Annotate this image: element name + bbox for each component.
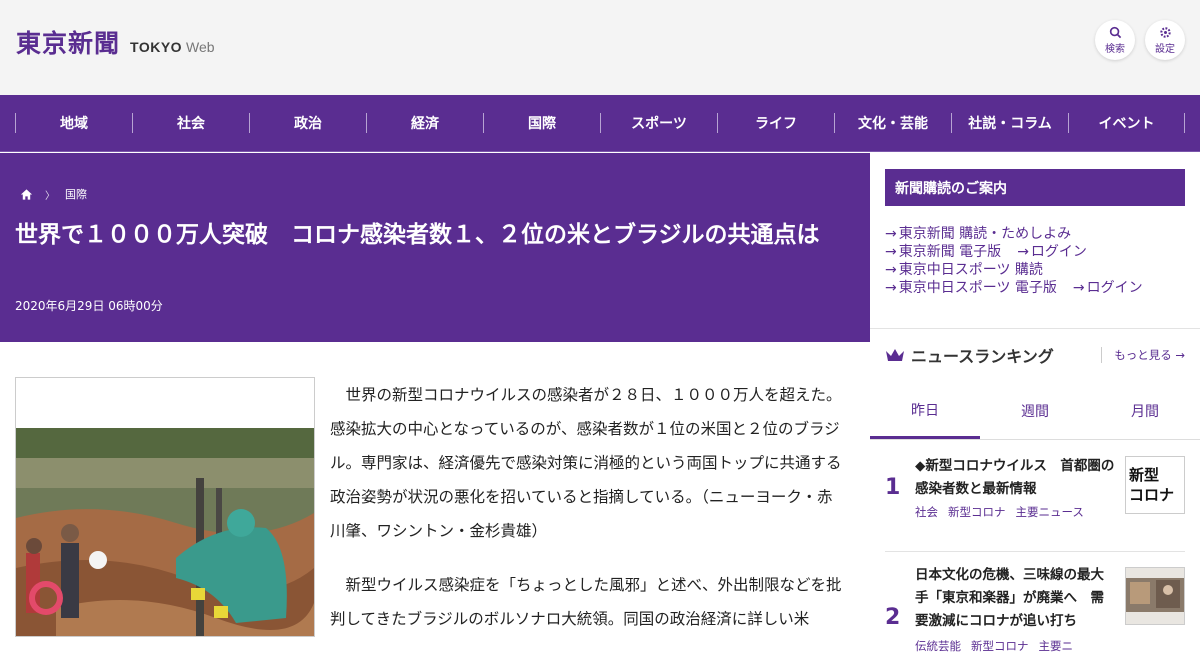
ranking-tabs: 昨日 週間 月間 [870, 383, 1200, 440]
logo-kanji: 東京新聞 [16, 29, 121, 58]
nav-item-international[interactable]: 国際 [483, 113, 600, 133]
search-label: 検索 [1105, 43, 1125, 55]
site-logo[interactable]: 東京新聞 TOKYO Web [16, 24, 215, 60]
ranking-item-title[interactable]: ◆新型コロナウイルス 首都圏の感染者数と最新情報 [915, 455, 1115, 501]
article-paragraph: 新型ウイルス感染症を「ちょっとした風邪」と述べ、外出制限などを批判してきたブラジ… [330, 576, 842, 628]
gear-icon [1159, 26, 1171, 38]
ranking-item: 1 ◆新型コロナウイルス 首都圏の感染者数と最新情報 社会 新型コロナ 主要ニュース… [885, 453, 1185, 548]
site-header: 東京新聞 TOKYO Web 検索 設定 [0, 0, 1200, 95]
ranking-item: 2 日本文化の危機、三味線の最大手「東京和楽器」が廃業へ 需要激減にコロナが追い… [885, 551, 1185, 653]
ranking-number: 1 [885, 475, 901, 500]
crown-icon [886, 349, 904, 361]
ranking-number: 2 [885, 605, 901, 630]
article-title: 世界で１０００万人突破 コロナ感染者数１、２位の米とブラジルの共通点は [15, 222, 820, 248]
settings-button[interactable]: 設定 [1145, 20, 1185, 60]
search-button[interactable]: 検索 [1095, 20, 1135, 60]
ranking-thumbnail[interactable] [1125, 567, 1185, 625]
tag-link[interactable]: 新型コロナ [948, 505, 1006, 519]
chunichi-sports-login-link[interactable]: → ログイン [1073, 279, 1143, 297]
home-icon[interactable] [20, 188, 33, 201]
nav-item-economy[interactable]: 経済 [366, 113, 483, 133]
nav-item-region[interactable]: 地域 [15, 113, 132, 133]
nav-item-culture[interactable]: 文化・芸能 [834, 113, 951, 133]
tab-week[interactable]: 週間 [980, 383, 1090, 439]
logo-tokyo: TOKYO [130, 39, 183, 55]
ranking-item-tags: 社会 新型コロナ 主要ニュース [915, 504, 1094, 520]
article-date: 2020年6月29日 06時00分 [15, 299, 163, 313]
arrow-right-icon: → [885, 280, 897, 296]
tag-link[interactable]: 伝統芸能 [915, 639, 961, 653]
nav-item-politics[interactable]: 政治 [249, 113, 366, 133]
nav-item-society[interactable]: 社会 [132, 113, 249, 133]
breadcrumb-section[interactable]: 国際 [65, 186, 87, 202]
ranking-item-tags: 伝統芸能 新型コロナ 主要ニ [915, 638, 1083, 654]
arrow-right-icon: → [885, 226, 897, 242]
article-header: 〉 国際 世界で１０００万人突破 コロナ感染者数１、２位の米とブラジルの共通点は… [0, 153, 870, 342]
sidebar: 新聞購読のご案内 → 東京新聞 購読・ためしよみ → 東京新聞 電子版 → ログイン … [870, 153, 1200, 653]
settings-label: 設定 [1155, 43, 1175, 55]
ranking-item-title[interactable]: 日本文化の危機、三味線の最大手「東京和楽器」が廃業へ 需要激減にコロナが追い打ち [915, 564, 1115, 633]
ranking-more-link[interactable]: もっと見る → [1101, 347, 1185, 363]
global-nav: 地域 社会 政治 経済 国際 スポーツ ライフ 文化・芸能 社説・コラム イベン… [0, 95, 1200, 152]
subscribe-tokyo-link[interactable]: → 東京新聞 購読・ためしよみ [885, 225, 1071, 243]
nav-item-sports[interactable]: スポーツ [600, 113, 717, 133]
tag-link[interactable]: 社会 [915, 505, 938, 519]
arrow-right-icon: → [1017, 244, 1029, 260]
arrow-right-icon: → [885, 244, 897, 260]
thumbnail-text: 新型 コロナ [1129, 466, 1175, 504]
logo-web: Web [186, 39, 215, 55]
chunichi-sports-digital-link[interactable]: → 東京中日スポーツ 電子版 [885, 279, 1057, 297]
ranking-header: ニュースランキング もっと見る → [885, 343, 1185, 367]
tab-yesterday[interactable]: 昨日 [870, 383, 980, 439]
thumbnail-photo [1126, 568, 1184, 624]
ranking-title: ニュースランキング [911, 347, 1054, 366]
arrow-right-icon: → [1072, 280, 1085, 296]
tab-month[interactable]: 月間 [1090, 383, 1200, 439]
breadcrumb: 〉 国際 [20, 186, 87, 202]
arrow-right-icon: → [1175, 348, 1185, 362]
ranking-thumbnail[interactable]: 新型 コロナ [1125, 456, 1185, 514]
nav-item-life[interactable]: ライフ [717, 113, 834, 133]
subscribe-chunichi-sports-link[interactable]: → 東京中日スポーツ 購読 [885, 261, 1043, 279]
nav-item-events[interactable]: イベント [1068, 113, 1185, 133]
tag-link[interactable]: 主要ニュース [1016, 505, 1084, 519]
tag-link[interactable]: 主要ニ [1039, 639, 1074, 653]
tokyo-digital-login-link[interactable]: → ログイン [1017, 243, 1087, 261]
search-icon [1109, 26, 1121, 38]
tokyo-digital-link[interactable]: → 東京新聞 電子版 [885, 243, 1001, 261]
article-photo-frame [15, 377, 315, 637]
article-paragraph: 世界の新型コロナウイルスの感染者が２８日、１０００万人を超えた。感染拡大の中心と… [330, 386, 842, 540]
article-photo[interactable] [16, 428, 314, 636]
nav-item-editorial[interactable]: 社説・コラム [951, 113, 1068, 133]
breadcrumb-separator-icon: 〉 [45, 190, 55, 202]
sidebar-divider [870, 328, 1200, 329]
subscription-links: → 東京新聞 購読・ためしよみ → 東京新聞 電子版 → ログイン → 東京中日スポーツ… [885, 225, 1143, 297]
subscription-header: 新聞購読のご案内 [885, 169, 1185, 206]
article-body: 世界の新型コロナウイルスの感染者が２８日、１０００万人を超えた。感染拡大の中心と… [330, 378, 845, 656]
arrow-right-icon: → [885, 262, 897, 278]
tag-link[interactable]: 新型コロナ [971, 639, 1029, 653]
